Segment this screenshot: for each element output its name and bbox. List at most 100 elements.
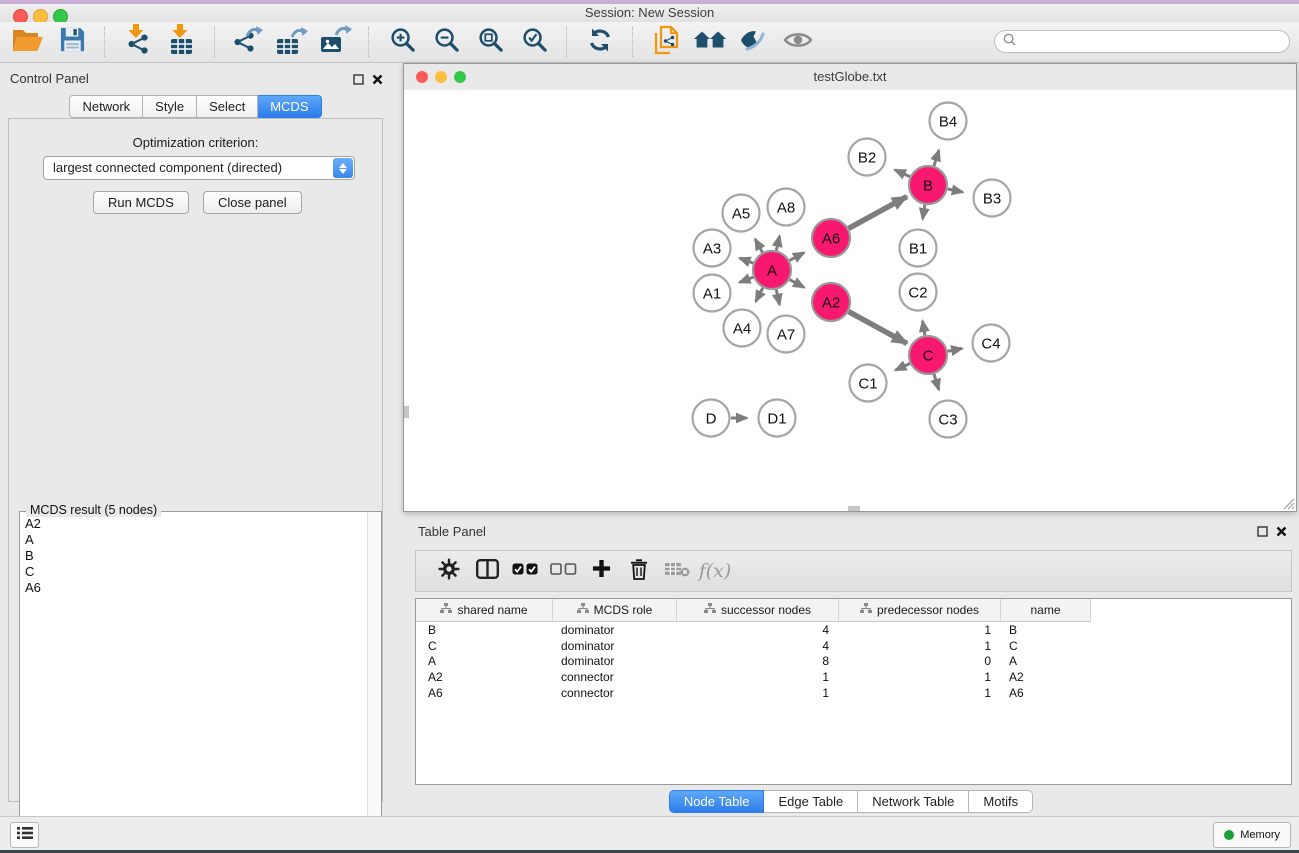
network-minimize-button[interactable] — [435, 71, 447, 83]
graph-node-B1[interactable]: B1 — [900, 230, 937, 267]
column-header-MCDS-role[interactable]: MCDS role — [553, 599, 677, 621]
table-cell[interactable]: 1 — [839, 686, 1001, 700]
mcds-result-item[interactable]: C — [20, 564, 367, 580]
graph-edge-B-B4[interactable] — [934, 150, 939, 166]
network-maximize-button[interactable] — [454, 71, 466, 83]
graph-edge-C-C1[interactable] — [895, 363, 909, 370]
graph-node-B3[interactable]: B3 — [974, 180, 1011, 217]
table-cell[interactable]: A2 — [416, 670, 553, 684]
run-mcds-button[interactable]: Run MCDS — [93, 191, 189, 214]
graph-edge-B-B2[interactable] — [895, 170, 910, 177]
deselect-all-button[interactable] — [544, 553, 582, 589]
graph-node-B[interactable]: B — [909, 166, 947, 204]
graph-edge-C-C3[interactable] — [934, 374, 939, 390]
graph-edge-A-A1[interactable] — [740, 277, 754, 282]
delete-column-button[interactable] — [620, 553, 658, 589]
network-window-titlebar[interactable]: testGlobe.txt — [404, 64, 1296, 91]
graph-edge-B-B3[interactable] — [948, 189, 963, 192]
import-network-button[interactable] — [116, 24, 160, 60]
export-network-button[interactable] — [226, 24, 270, 60]
mcds-result-item[interactable]: A6 — [20, 580, 367, 596]
graph-node-C4[interactable]: C4 — [973, 325, 1010, 362]
graph-edge-B-B1[interactable] — [923, 205, 925, 219]
add-column-button[interactable] — [582, 553, 620, 589]
graph-edge-A-A2[interactable] — [790, 280, 804, 288]
close-panel-button[interactable]: Close panel — [203, 191, 302, 214]
zoom-out-button[interactable] — [424, 24, 468, 60]
tab-edge-table[interactable]: Edge Table — [764, 790, 858, 813]
tab-node-table[interactable]: Node Table — [669, 790, 765, 813]
graph-node-B4[interactable]: B4 — [930, 103, 967, 140]
table-row[interactable]: Bdominator41B — [416, 622, 1291, 638]
table-cell[interactable]: B — [1001, 623, 1091, 637]
table-cell[interactable]: dominator — [553, 654, 677, 668]
refresh-button[interactable] — [578, 24, 622, 60]
first-neighbors-button[interactable] — [688, 24, 732, 60]
graph-edge-A6-B[interactable] — [849, 197, 907, 229]
duplicate-network-button[interactable] — [644, 24, 688, 60]
graph-edge-A2-C[interactable] — [849, 312, 907, 344]
close-panel-icon[interactable] — [372, 72, 383, 90]
table-cell[interactable]: 8 — [677, 654, 839, 668]
graph-node-A5[interactable]: A5 — [723, 195, 760, 232]
table-cell[interactable]: 4 — [677, 623, 839, 637]
split-columns-button[interactable] — [468, 553, 506, 589]
column-header-successor-nodes[interactable]: successor nodes — [677, 599, 839, 621]
show-all-button[interactable] — [776, 24, 820, 60]
graph-node-A6[interactable]: A6 — [812, 219, 850, 257]
table-cell[interactable]: dominator — [553, 639, 677, 653]
table-cell[interactable]: A — [416, 654, 553, 668]
graph-edge-A-A3[interactable] — [740, 258, 754, 263]
graph-node-D1[interactable]: D1 — [759, 400, 796, 437]
graph-node-C[interactable]: C — [909, 336, 947, 374]
graph-node-A3[interactable]: A3 — [694, 230, 731, 267]
mcds-result-item[interactable]: A2 — [20, 516, 367, 532]
graph-edge-A-A8[interactable] — [776, 236, 779, 251]
save-button[interactable] — [50, 24, 94, 60]
graph-edge-A-A7[interactable] — [776, 290, 779, 305]
table-cell[interactable]: A — [1001, 654, 1091, 668]
table-cell[interactable]: A6 — [1001, 686, 1091, 700]
graph-node-A4[interactable]: A4 — [724, 310, 761, 347]
criterion-dropdown[interactable]: largest connected component (directed) — [43, 156, 355, 180]
table-cell[interactable]: connector — [553, 686, 677, 700]
network-graph[interactable]: A5A8A3AA1A4A7A6A2B2B4BB3B1C2CC4C1C3DD1 — [404, 90, 1296, 511]
network-horizontal-scroll-nub[interactable] — [848, 506, 860, 511]
mcds-result-item[interactable]: B — [20, 548, 367, 564]
table-cell[interactable]: A2 — [1001, 670, 1091, 684]
tab-select[interactable]: Select — [197, 95, 258, 118]
float-table-panel-icon[interactable] — [1257, 524, 1268, 542]
graph-node-A[interactable]: A — [753, 251, 791, 289]
search-box[interactable] — [994, 30, 1290, 53]
table-cell[interactable]: C — [1001, 639, 1091, 653]
column-header-name[interactable]: name — [1001, 599, 1091, 621]
tab-motifs[interactable]: Motifs — [969, 790, 1033, 813]
open-folder-button[interactable] — [6, 24, 50, 60]
graph-node-C2[interactable]: C2 — [900, 274, 937, 311]
graph-edge-A-A4[interactable] — [756, 288, 763, 302]
network-close-button[interactable] — [416, 71, 428, 83]
resize-grip-icon[interactable] — [1281, 496, 1295, 510]
select-all-button[interactable] — [506, 553, 544, 589]
table-row[interactable]: A2connector11A2 — [416, 669, 1291, 685]
network-canvas[interactable]: A5A8A3AA1A4A7A6A2B2B4BB3B1C2CC4C1C3DD1 — [404, 90, 1296, 511]
graph-edge-A-A5[interactable] — [755, 239, 762, 252]
network-vertical-scroll-nub[interactable] — [404, 406, 409, 418]
table-cell[interactable]: 1 — [839, 670, 1001, 684]
graph-node-A1[interactable]: A1 — [694, 275, 731, 312]
zoom-in-button[interactable] — [380, 24, 424, 60]
table-row[interactable]: Adominator80A — [416, 653, 1291, 669]
gear-button[interactable] — [430, 553, 468, 589]
memory-button[interactable]: Memory — [1213, 822, 1291, 848]
hide-selected-button[interactable] — [732, 24, 776, 60]
graph-node-A2[interactable]: A2 — [812, 283, 850, 321]
table-row[interactable]: A6connector11A6 — [416, 685, 1291, 701]
float-panel-icon[interactable] — [353, 72, 364, 90]
mcds-result-item[interactable]: A — [20, 532, 367, 548]
task-history-button[interactable] — [10, 822, 39, 848]
tab-network-table[interactable]: Network Table — [858, 790, 969, 813]
table-cell[interactable]: 4 — [677, 639, 839, 653]
graph-node-A8[interactable]: A8 — [768, 189, 805, 226]
tab-mcds[interactable]: MCDS — [258, 95, 321, 118]
graph-node-A7[interactable]: A7 — [768, 316, 805, 353]
